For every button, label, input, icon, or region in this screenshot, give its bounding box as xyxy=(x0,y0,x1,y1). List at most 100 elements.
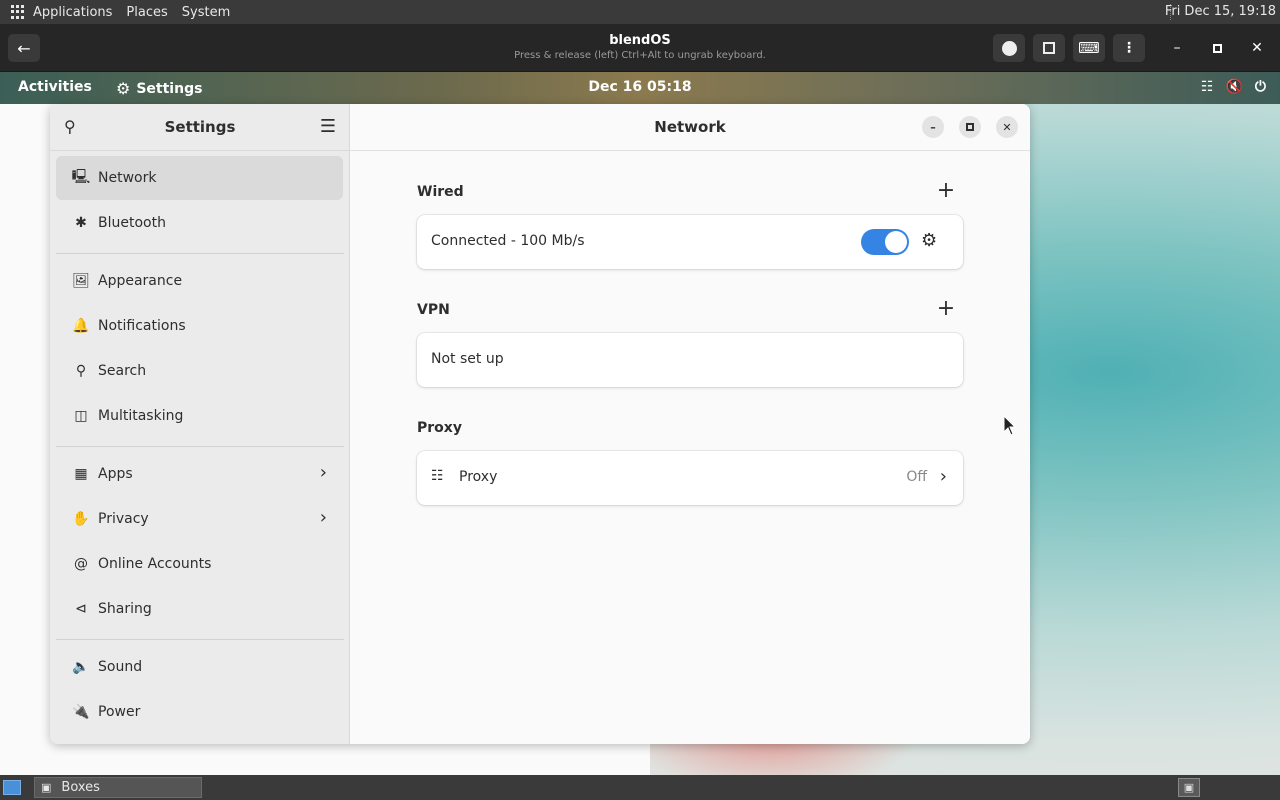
speaker-icon: 🔈 xyxy=(72,659,90,675)
sidebar-item-label: Search xyxy=(98,363,147,379)
add-wired-button[interactable]: + xyxy=(934,180,958,204)
sidebar-item-sharing[interactable]: ⊲ Sharing xyxy=(56,587,343,631)
settings-window: ⚲ Settings ☰ 🖳 Network ✱ Bluetooth 🖼 App… xyxy=(50,104,1030,744)
sidebar-item-label: Network xyxy=(98,170,157,186)
sidebar-item-label: Power xyxy=(98,704,141,720)
sidebar-divider xyxy=(56,253,344,254)
search-icon: ⚲ xyxy=(75,363,87,379)
sidebar-header: ⚲ Settings ☰ xyxy=(50,104,350,151)
sidebar-item-label: Bluetooth xyxy=(98,215,166,231)
host-top-panel: Applications Places System Fri Dec 15, 1… xyxy=(0,0,1280,24)
toggle-knob xyxy=(885,231,907,253)
sidebar-item-online-accounts[interactable]: @ Online Accounts xyxy=(56,542,343,586)
minimize-icon: – xyxy=(1173,40,1181,56)
record-button[interactable] xyxy=(993,34,1025,62)
sidebar-item-bluetooth[interactable]: ✱ Bluetooth xyxy=(56,201,343,245)
taskbar-item-boxes[interactable]: ▣ Boxes xyxy=(34,777,202,798)
sidebar-item-multitasking[interactable]: ◫ Multitasking xyxy=(56,394,343,438)
keyboard-button[interactable]: ⌨ xyxy=(1073,34,1105,62)
proxy-value: Off xyxy=(906,469,927,485)
chevron-right-icon: › xyxy=(319,462,327,483)
plus-icon: + xyxy=(936,178,956,203)
chevron-right-icon: › xyxy=(939,466,947,487)
menu-system[interactable]: System xyxy=(182,5,230,20)
wired-toggle[interactable] xyxy=(861,229,909,255)
app-grid-icon[interactable] xyxy=(11,5,25,19)
guest-desktop: Activities ⚙ Settings Dec 16 05:18 ☷ 🔇 ⏻… xyxy=(0,72,1280,775)
host-taskbar: ▣ Boxes ▣ xyxy=(0,775,1280,800)
sidebar-item-apps[interactable]: ▦ Apps › xyxy=(56,452,343,496)
sidebar-item-privacy[interactable]: ✋ Privacy › xyxy=(56,497,343,541)
close-icon: ✕ xyxy=(1251,40,1263,56)
proxy-icon: ☷ xyxy=(431,468,444,484)
sidebar-item-power[interactable]: 🔌 Power xyxy=(56,690,343,734)
settings-sidebar: ⚲ Settings ☰ 🖳 Network ✱ Bluetooth 🖼 App… xyxy=(50,104,350,744)
network-wired-icon: ☷ xyxy=(1200,79,1214,95)
window-close-button[interactable]: ✕ xyxy=(996,116,1018,138)
share-icon: ⊲ xyxy=(75,601,87,617)
network-panel: Network – ✕ Wired + Connected - 100 Mb/s… xyxy=(350,104,1030,744)
window-minimize-button[interactable]: – xyxy=(922,116,944,138)
gnome-clock[interactable]: Dec 16 05:18 xyxy=(0,79,1280,95)
close-button[interactable]: ✕ xyxy=(1241,34,1273,62)
proxy-row-label: Proxy xyxy=(459,469,498,485)
sidebar-item-label: Apps xyxy=(98,466,133,482)
keyboard-icon: ⌨ xyxy=(1078,39,1100,57)
menu-places[interactable]: Places xyxy=(126,5,167,20)
sidebar-item-label: Notifications xyxy=(98,318,186,334)
sidebar-title: Settings xyxy=(164,118,236,136)
maximize-button[interactable] xyxy=(1201,34,1233,62)
content-header: Network – ✕ xyxy=(350,104,1030,151)
sidebar-item-label: Appearance xyxy=(98,273,183,289)
minimize-button[interactable]: – xyxy=(1161,34,1193,62)
boxes-app-icon: ▣ xyxy=(41,781,52,794)
hamburger-menu-icon[interactable]: ☰ xyxy=(320,116,336,137)
power-icon: ⏻ xyxy=(1254,79,1266,95)
multitasking-icon: ◫ xyxy=(74,408,88,424)
network-icon: 🖳 xyxy=(71,169,91,185)
sidebar-divider xyxy=(56,639,344,640)
more-menu-button[interactable]: ⋮ xyxy=(1113,34,1145,62)
kebab-icon: ⋮ xyxy=(1122,40,1136,56)
circle-icon xyxy=(1001,40,1017,56)
system-tray[interactable]: ☷ 🔇 ⏻ xyxy=(1201,79,1266,95)
boxes-headerbar: ← blendOS Press & release (left) Ctrl+Al… xyxy=(0,24,1280,72)
apps-icon: ▦ xyxy=(74,466,88,482)
sidebar-item-label: Sound xyxy=(98,659,143,675)
wired-connection-row: Connected - 100 Mb/s ⚙ xyxy=(417,215,963,269)
bell-icon: 🔔 xyxy=(72,318,90,334)
host-clock[interactable]: Fri Dec 15, 19:18 xyxy=(1165,4,1276,19)
maximize-icon xyxy=(1212,43,1222,53)
add-vpn-button[interactable]: + xyxy=(934,298,958,322)
sidebar-item-sound[interactable]: 🔈 Sound xyxy=(56,645,343,689)
maximize-icon xyxy=(966,123,974,131)
vpn-section-label: VPN xyxy=(417,302,450,318)
at-icon: @ xyxy=(74,556,88,572)
sidebar-item-network[interactable]: 🖳 Network xyxy=(56,156,343,200)
show-desktop-button[interactable] xyxy=(3,780,21,795)
sidebar-item-search[interactable]: ⚲ Search xyxy=(56,349,343,393)
fullscreen-button[interactable] xyxy=(1033,34,1065,62)
window-maximize-button[interactable] xyxy=(959,116,981,138)
proxy-row[interactable]: ☷ Proxy Off › xyxy=(417,451,963,505)
workspace-switcher-icon[interactable]: ▣ xyxy=(1178,778,1200,797)
menu-applications[interactable]: Applications xyxy=(33,5,112,20)
wired-section-label: Wired xyxy=(417,184,464,200)
gnome-top-bar: Activities ⚙ Settings Dec 16 05:18 ☷ 🔇 ⏻ xyxy=(0,72,1280,104)
power-icon: 🔌 xyxy=(72,704,90,720)
vpn-status: Not set up xyxy=(431,351,504,367)
hand-icon: ✋ xyxy=(72,511,90,527)
minimize-icon: – xyxy=(930,120,936,134)
sidebar-item-label: Online Accounts xyxy=(98,556,212,572)
plus-icon: + xyxy=(936,296,956,321)
sidebar-item-label: Sharing xyxy=(98,601,152,617)
taskbar-item-label: Boxes xyxy=(61,780,100,795)
vpn-row: Not set up xyxy=(417,333,963,387)
sidebar-item-notifications[interactable]: 🔔 Notifications xyxy=(56,304,343,348)
gear-icon[interactable]: ⚙ xyxy=(921,230,937,251)
sidebar-item-appearance[interactable]: 🖼 Appearance xyxy=(56,259,343,303)
fullscreen-icon xyxy=(1043,42,1055,54)
bluetooth-icon: ✱ xyxy=(75,215,87,231)
volume-muted-icon: 🔇 xyxy=(1225,79,1243,95)
close-icon: ✕ xyxy=(1002,120,1012,134)
